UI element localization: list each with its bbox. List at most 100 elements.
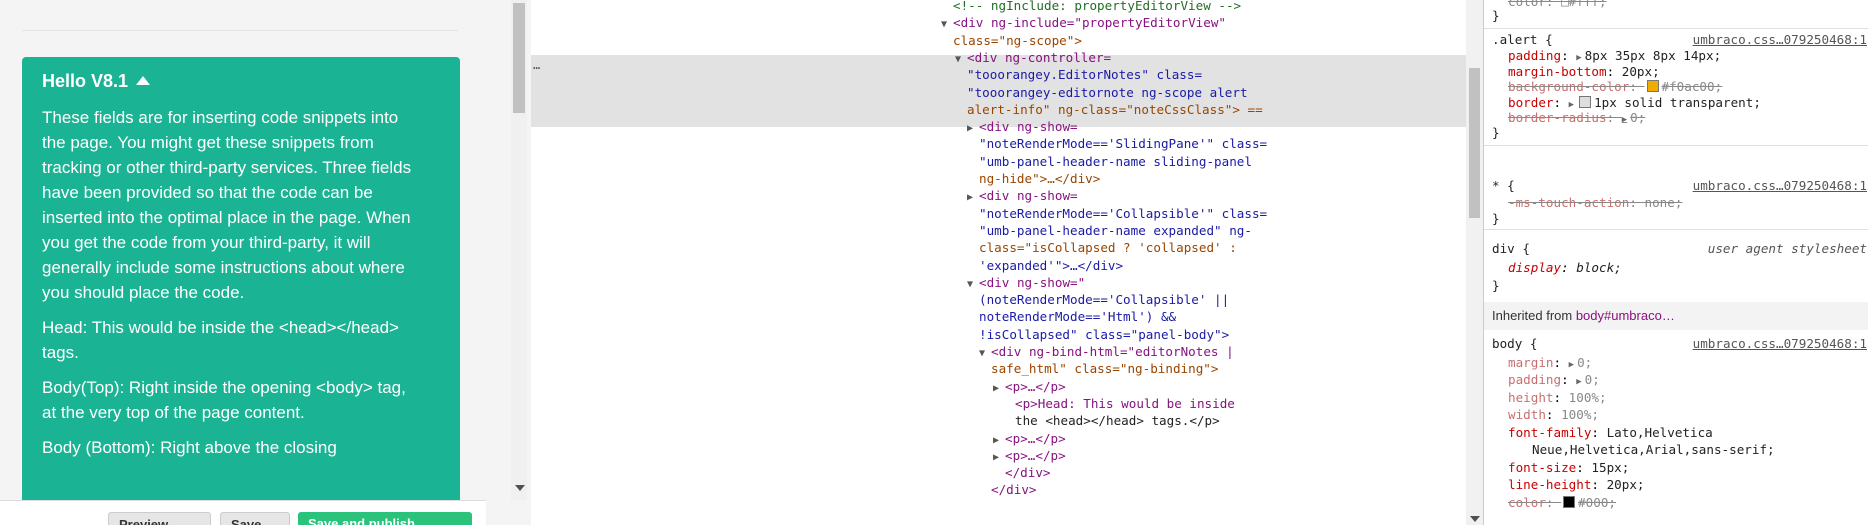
note-title[interactable]: Hello V8.1 xyxy=(42,69,440,93)
dom-line[interactable]: </div> xyxy=(991,481,1037,499)
expand-triangle-icon[interactable]: ▶ xyxy=(1569,100,1574,110)
css-property-name: border xyxy=(1508,94,1554,110)
dom-line-text: 'expanded'">…</div> xyxy=(979,257,1124,273)
expand-triangle-icon[interactable]: ▶ xyxy=(1622,115,1627,125)
dom-line[interactable]: "tooorangey.EditorNotes" class= xyxy=(967,66,1202,84)
dom-line[interactable]: <!-- ngInclude: propertyEditorView --> xyxy=(953,0,1241,15)
expand-down-triangle-icon[interactable]: ▼ xyxy=(955,54,967,65)
save-button[interactable]: Save xyxy=(220,512,290,525)
css-colon: : xyxy=(1561,372,1577,387)
css-property[interactable]: line-height: 20px; xyxy=(1508,477,1645,492)
preview-scrollbar[interactable] xyxy=(511,0,527,500)
expand-right-triangle-icon[interactable]: ▶ xyxy=(967,192,979,203)
dom-line[interactable]: !isCollapsed" class="panel-body"> xyxy=(979,326,1229,344)
css-property[interactable]: background-color: #f0ac00; xyxy=(1508,79,1722,94)
css-property[interactable]: font-size: 15px; xyxy=(1508,460,1629,475)
expand-right-triangle-icon[interactable]: ▶ xyxy=(967,123,979,134)
css-property[interactable]: font-family: Lato,Helvetica xyxy=(1508,425,1713,440)
dom-line-text: <div ng-controller= xyxy=(967,49,1112,65)
elements-scrollbar[interactable] xyxy=(1466,0,1483,525)
css-property-name: -ms-touch-action xyxy=(1508,195,1630,211)
css-property[interactable]: margin: ▶ 0; xyxy=(1508,355,1592,370)
expand-triangle-icon[interactable]: ▶ xyxy=(1576,53,1581,63)
dom-line[interactable]: "noteRenderMode=='SlidingPane'" class= xyxy=(979,135,1267,153)
css-property-name: margin-bottom xyxy=(1508,63,1607,79)
color-swatch-icon[interactable] xyxy=(1563,495,1576,508)
dom-line[interactable]: "umb-panel-header-name expanded" ng- xyxy=(979,222,1252,240)
css-source-link[interactable]: umbraco.css…079250468:1 xyxy=(1693,32,1867,47)
dom-line-text: ng-hide">…</div> xyxy=(979,171,1101,186)
css-property-value: 1px solid transparent; xyxy=(1594,94,1761,110)
elements-panel: … <!-- ngInclude: propertyEditorView -->… xyxy=(531,0,1466,525)
dom-line-text: "umb-panel-header-name sliding-panel xyxy=(979,153,1252,169)
css-selector: body { xyxy=(1492,336,1538,351)
rule-close-brace: } xyxy=(1492,277,1500,293)
save-and-publish-button[interactable]: Save and publish xyxy=(298,512,472,525)
css-colon: : xyxy=(1606,110,1622,125)
css-property[interactable]: height: 100%; xyxy=(1508,390,1607,405)
collapse-caret-icon[interactable] xyxy=(136,76,151,85)
css-property[interactable]: padding: ▶ 8px 35px 8px 14px; xyxy=(1508,48,1721,63)
note-paragraph: Body(Top): Right inside the opening <bod… xyxy=(42,378,406,422)
expand-triangle-icon[interactable]: ▶ xyxy=(1576,377,1581,387)
css-property[interactable]: width: 100%; xyxy=(1508,407,1599,422)
css-property[interactable]: border-radius: ▶ 0; xyxy=(1508,110,1645,125)
css-property[interactable]: border: ▶ 1px solid transparent; xyxy=(1508,95,1761,110)
css-property-name: line-height xyxy=(1508,477,1592,492)
dom-line[interactable]: "umb-panel-header-name sliding-panel xyxy=(979,153,1252,171)
dom-line[interactable]: "tooorangey-editornote ng-scope alert xyxy=(967,84,1248,102)
css-source-label: user agent stylesheet xyxy=(1707,241,1867,256)
scroll-thumb[interactable] xyxy=(1469,68,1480,218)
dom-line-text: </div> xyxy=(1005,465,1051,481)
css-selector: .alert { xyxy=(1492,32,1553,47)
css-property-name: display xyxy=(1508,260,1562,276)
expand-right-triangle-icon[interactable]: ▶ xyxy=(993,383,1005,394)
css-property: color: □#fff; xyxy=(1508,0,1607,9)
css-colon: : xyxy=(1561,260,1577,276)
scroll-down-arrow-icon[interactable] xyxy=(1470,516,1480,522)
dom-line[interactable]: 'expanded'">…</div> xyxy=(979,257,1123,275)
dom-line[interactable]: class="ng-scope"> xyxy=(953,32,1082,50)
expand-down-triangle-icon[interactable]: ▼ xyxy=(967,279,979,290)
css-source-link[interactable]: umbraco.css…079250468:1 xyxy=(1693,178,1867,193)
css-property-name: padding xyxy=(1508,372,1562,387)
css-source-link[interactable]: umbraco.css…079250468:1 xyxy=(1693,336,1867,351)
css-colon: : xyxy=(1629,79,1645,95)
dom-line[interactable]: (noteRenderMode=='Collapsible' || xyxy=(979,291,1229,309)
dom-line[interactable]: noteRenderMode=='Html') && xyxy=(979,308,1176,326)
dom-line-text: <div ng-include="propertyEditorView" xyxy=(953,15,1227,31)
color-swatch-icon[interactable] xyxy=(1646,80,1659,93)
preview-button[interactable]: Preview xyxy=(108,512,211,525)
inherited-selector-link[interactable]: body#umbraco… xyxy=(1576,308,1675,323)
css-property[interactable]: -ms-touch-action: none; xyxy=(1508,195,1682,210)
css-property-name: width xyxy=(1508,407,1546,422)
css-property[interactable]: display: block; xyxy=(1508,260,1622,275)
more-options-icon[interactable]: … xyxy=(533,58,540,72)
expand-down-triangle-icon[interactable]: ▼ xyxy=(941,19,953,30)
expand-right-triangle-icon[interactable]: ▶ xyxy=(993,435,1005,446)
dom-line[interactable]: the <head></head> tags.</p> xyxy=(1015,412,1220,430)
css-colon: : xyxy=(1545,407,1562,422)
expand-down-triangle-icon[interactable]: ▼ xyxy=(979,348,991,359)
dom-line[interactable]: class="isCollapsed ? 'collapsed' : xyxy=(979,239,1237,257)
css-property[interactable]: margin-bottom: 20px; xyxy=(1508,64,1660,79)
dom-line[interactable]: alert-info" ng-class="noteCssClass"> == xyxy=(967,101,1263,119)
scroll-thumb[interactable] xyxy=(513,3,525,113)
color-swatch-icon[interactable] xyxy=(1579,95,1592,108)
expand-right-triangle-icon[interactable]: ▶ xyxy=(993,452,1005,463)
css-property-value-continued: Neue,Helvetica,Arial,sans-serif; xyxy=(1532,442,1775,457)
dom-line[interactable]: safe_html" class="ng-binding"> xyxy=(991,360,1218,378)
dom-line[interactable]: </div> xyxy=(1005,464,1051,482)
dom-line[interactable]: <p>Head: This would be inside xyxy=(1015,395,1235,413)
css-property[interactable]: color: #000; xyxy=(1508,495,1616,510)
dom-line[interactable]: ng-hide">…</div> xyxy=(979,170,1100,188)
scroll-down-arrow-icon[interactable] xyxy=(515,485,525,491)
dom-line-text: <div ng-bind-html="editorNotes | xyxy=(991,344,1234,359)
dom-line-text: <p>Head: This would be inside xyxy=(1015,395,1235,411)
expand-triangle-icon[interactable]: ▶ xyxy=(1569,360,1574,370)
dom-line[interactable]: "noteRenderMode=='Collapsible'" class= xyxy=(979,205,1267,223)
css-colon: : xyxy=(1576,459,1592,475)
rule-close-brace: } xyxy=(1492,8,1500,23)
css-property[interactable]: padding: ▶ 0; xyxy=(1508,372,1600,387)
note-paragraph: These fields are for inserting code snip… xyxy=(42,108,412,302)
